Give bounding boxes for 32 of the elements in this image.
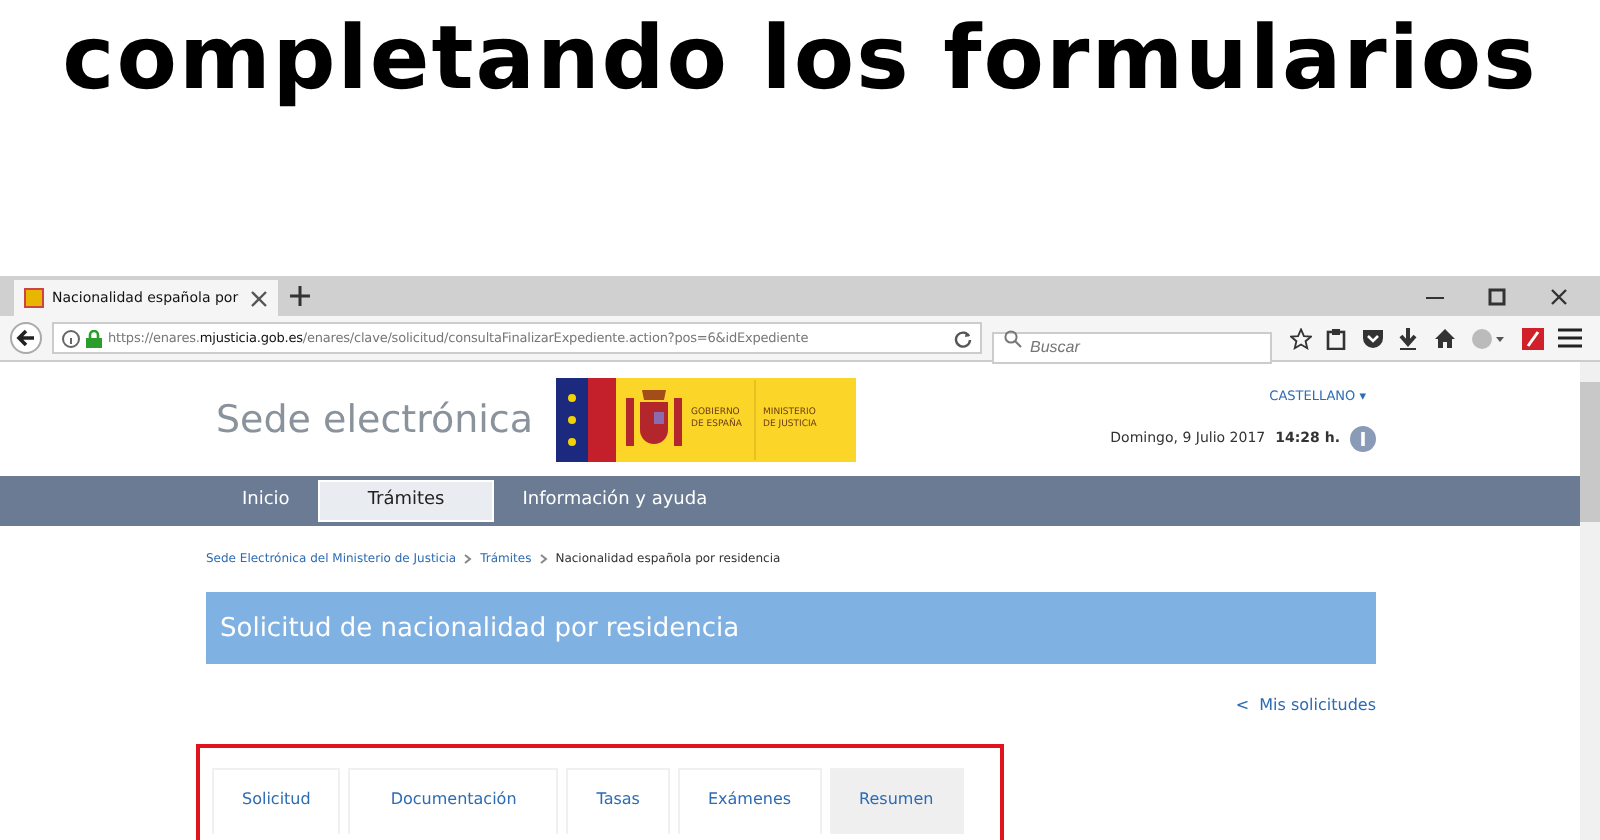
download-icon[interactable] <box>1398 327 1419 349</box>
close-icon[interactable] <box>1550 288 1568 306</box>
headline: completando los formularios <box>62 8 1538 110</box>
scrollbar[interactable] <box>1580 362 1600 840</box>
clipboard-icon[interactable] <box>1326 327 1347 349</box>
page-banner: Solicitud de nacionalidad por residencia <box>206 592 1376 664</box>
restore-icon[interactable] <box>1488 288 1506 306</box>
chevron-icon <box>539 554 548 564</box>
form-tab[interactable]: Resumen <box>829 768 964 834</box>
nav-item[interactable]: Trámites <box>317 480 495 522</box>
new-tab-icon[interactable] <box>290 286 310 306</box>
form-tab[interactable]: Exámenes <box>677 768 822 834</box>
shield-icon[interactable] <box>1361 328 1384 348</box>
flag-stripes-icon <box>555 377 616 461</box>
form-tab[interactable]: Tasas <box>566 768 670 834</box>
info-icon <box>62 329 80 347</box>
form-tab[interactable]: Documentación <box>348 768 559 834</box>
home-icon[interactable] <box>1433 328 1456 348</box>
menu-icon[interactable] <box>1558 328 1583 348</box>
close-icon[interactable] <box>250 289 268 307</box>
star-icon[interactable] <box>1289 327 1312 349</box>
search-field[interactable]: Buscar <box>992 331 1272 363</box>
reload-icon[interactable] <box>954 329 972 347</box>
info-icon[interactable] <box>1350 425 1376 451</box>
favicon-icon <box>24 288 44 308</box>
back-link[interactable]: < Mis solicitudes <box>1235 695 1376 713</box>
nav-item[interactable]: Inicio <box>214 482 318 520</box>
nav-item[interactable]: Información y ayuda <box>494 482 736 520</box>
chevron-icon <box>464 554 473 564</box>
lock-icon <box>86 329 102 347</box>
site-title: Sede electrónica <box>216 397 534 441</box>
form-tab[interactable]: Solicitud <box>212 768 341 834</box>
